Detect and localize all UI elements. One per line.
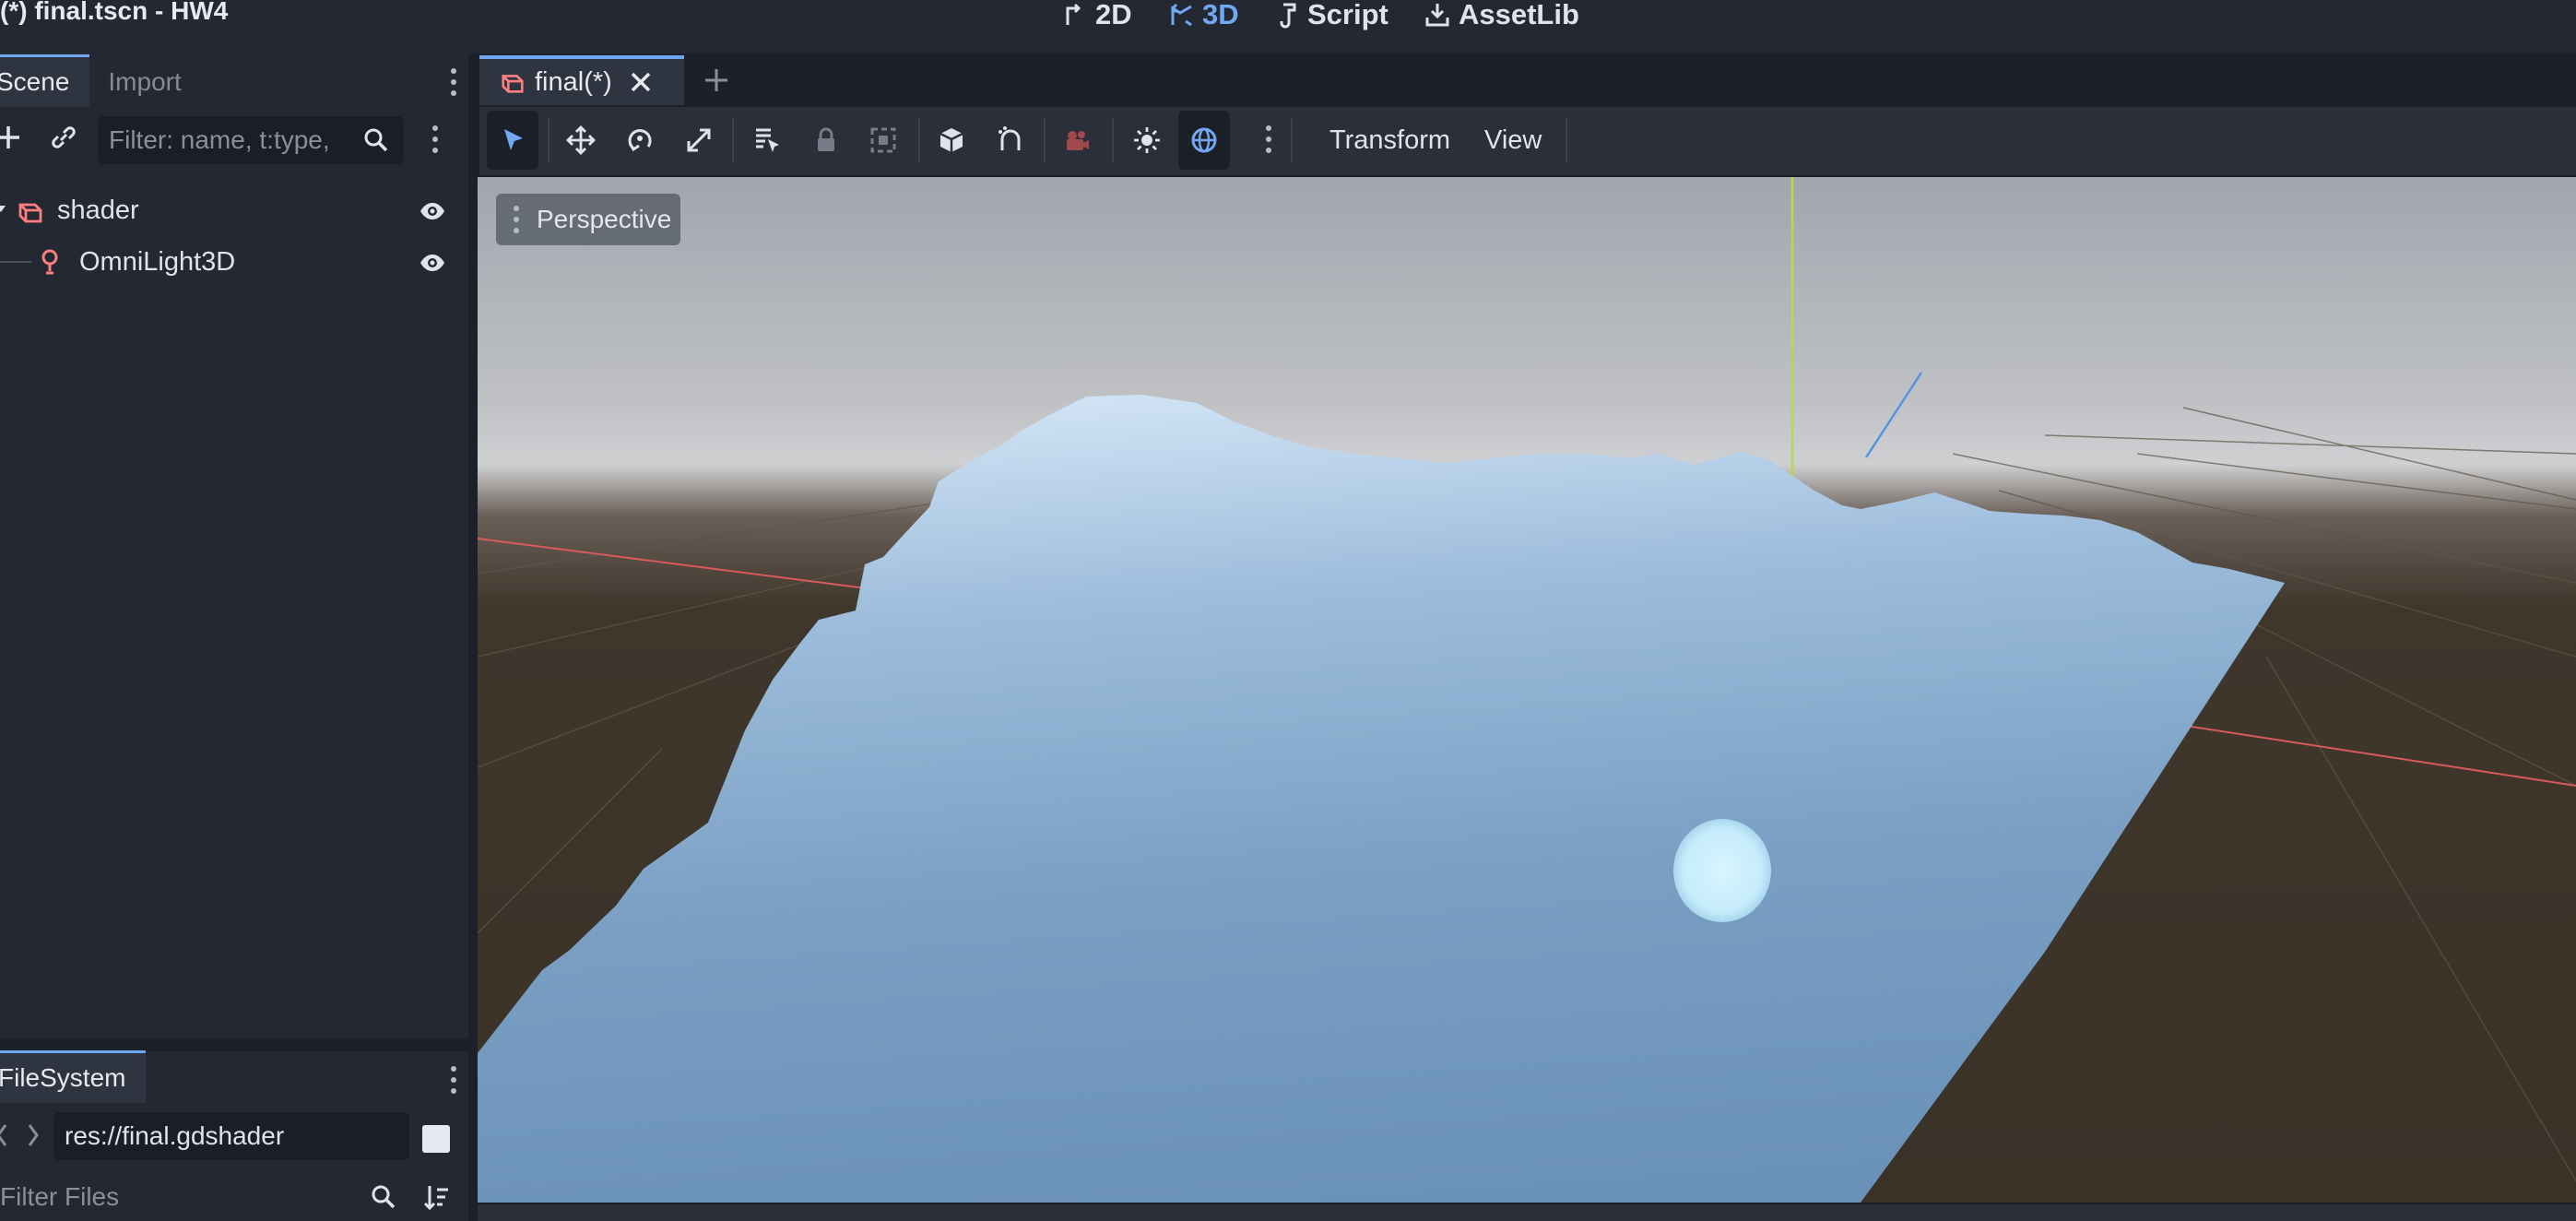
perspective-label: Perspective [537,205,672,233]
filesystem-path-input[interactable]: res://final.gdshader [53,1112,409,1160]
instance-scene-button[interactable] [48,122,81,155]
move-icon [566,125,596,155]
view-menu[interactable]: View [1484,118,1542,162]
scale-icon [687,128,711,152]
bottom-panel-bar [478,1204,2576,1221]
plus-icon [0,126,19,148]
select-mode-button[interactable] [487,111,538,170]
top-bar: (*) final.tscn - HW4 2D 3D Script AssetL… [0,0,2576,53]
filesystem-dock: FileSystem res://final.gdshader Filter F… [0,1050,468,1221]
3d-viewport[interactable] [478,177,2576,1203]
eye-icon[interactable] [419,249,446,277]
filesystem-dock-tabs: FileSystem [0,1050,468,1103]
filter-files-placeholder: Filter Files [0,1182,120,1211]
tab-filesystem[interactable]: FileSystem [0,1050,147,1103]
snap-button[interactable] [985,111,1036,170]
lock-icon [818,127,834,151]
filesystem-dock-menu-button[interactable] [450,1066,457,1094]
group-icon [870,127,896,153]
tree-row-shader[interactable]: shader [0,184,468,236]
viewport-toolbar: Transform View [479,107,2576,175]
workspace-script-button[interactable]: Script [1272,0,1388,33]
add-scene-tab-button[interactable] [703,66,730,94]
scene-tab-final[interactable]: final(*) [479,55,684,105]
transform-menu[interactable]: Transform [1329,118,1450,162]
node3d-icon [502,75,524,93]
tree-connector [0,261,31,263]
close-icon[interactable] [629,70,653,94]
lock-button[interactable] [800,111,852,170]
rotate-icon [628,129,652,152]
tab-import[interactable]: Import [89,57,199,107]
window-title: (*) final.tscn - HW4 [0,0,229,25]
scene-dock-menu-button[interactable] [450,68,457,96]
perspective-menu-button[interactable]: Perspective [496,194,681,245]
scene-options-button[interactable] [431,125,439,153]
main-splitter[interactable] [468,53,476,1221]
scene-filter-placeholder: Filter: name, t:type, [109,125,330,154]
node-name: OmniLight3D [79,246,236,277]
filter-files-input[interactable]: Filter Files [0,1173,417,1221]
scene-tab-label: final(*) [535,66,612,97]
rotate-mode-button[interactable] [614,111,666,170]
list-select-button[interactable] [741,111,793,170]
script-icon [1280,3,1296,29]
camera-icon [1067,131,1089,150]
kebab-icon [513,206,520,233]
workspace-assetlib-label: AssetLib [1459,0,1579,30]
search-icon [372,1185,396,1209]
scene-tree: shader OmniLight3D [0,184,468,288]
assetlib-icon [1425,4,1449,27]
tab-scene[interactable]: Scene [0,54,90,107]
forward-arrow-icon[interactable] [26,1121,41,1149]
viewport-render [478,177,2576,1203]
node-name: shader [57,195,139,225]
tree-row-omnilight3d[interactable]: OmniLight3D [0,236,468,288]
toggle-split-mode-button[interactable] [422,1125,450,1153]
scene-filter-input[interactable]: Filter: name, t:type, [98,116,404,164]
preview-camera-button[interactable] [1051,111,1103,170]
workspace-script-label: Script [1307,0,1388,30]
scale-mode-button[interactable] [673,111,725,170]
search-icon [363,127,389,153]
chevron-down-icon[interactable] [0,203,7,216]
node3d-icon [18,203,42,223]
left-dock: Scene Import Filter: name, t:type, shade… [0,53,476,1221]
sun-icon [1134,127,1160,153]
omnilight-gizmo [1673,819,1771,922]
omnilight-icon [41,249,58,275]
group-button[interactable] [857,111,909,170]
scene-dock-tabs: Scene Import [0,53,468,107]
3d-icon [1170,3,1192,27]
2d-icon [1066,3,1081,25]
workspace-2d-button[interactable]: 2D [1060,0,1132,33]
toggle-sun-button[interactable] [1121,111,1173,170]
environment-options-button[interactable] [1265,125,1272,153]
workspace-assetlib-button[interactable]: AssetLib [1424,0,1579,33]
toggle-environment-button[interactable] [1178,111,1230,170]
workspace-3d-button[interactable]: 3D [1167,0,1239,33]
back-arrow-icon[interactable] [0,1121,9,1149]
add-node-button[interactable] [0,122,24,153]
sort-icon[interactable] [422,1182,450,1212]
workspace-2d-label: 2D [1095,0,1132,30]
link-icon [52,126,76,148]
filesystem-path: res://final.gdshader [65,1121,285,1150]
magnet-icon [998,126,1021,150]
cube-icon [939,128,963,152]
local-space-button[interactable] [926,111,977,170]
eye-icon[interactable] [419,197,446,225]
workspace-3d-label: 3D [1202,0,1239,30]
list-select-icon [756,128,779,152]
move-mode-button[interactable] [555,111,607,170]
cursor-icon [504,129,523,150]
scene-dock: Scene Import Filter: name, t:type, shade… [0,53,468,1038]
globe-icon [1191,127,1217,153]
